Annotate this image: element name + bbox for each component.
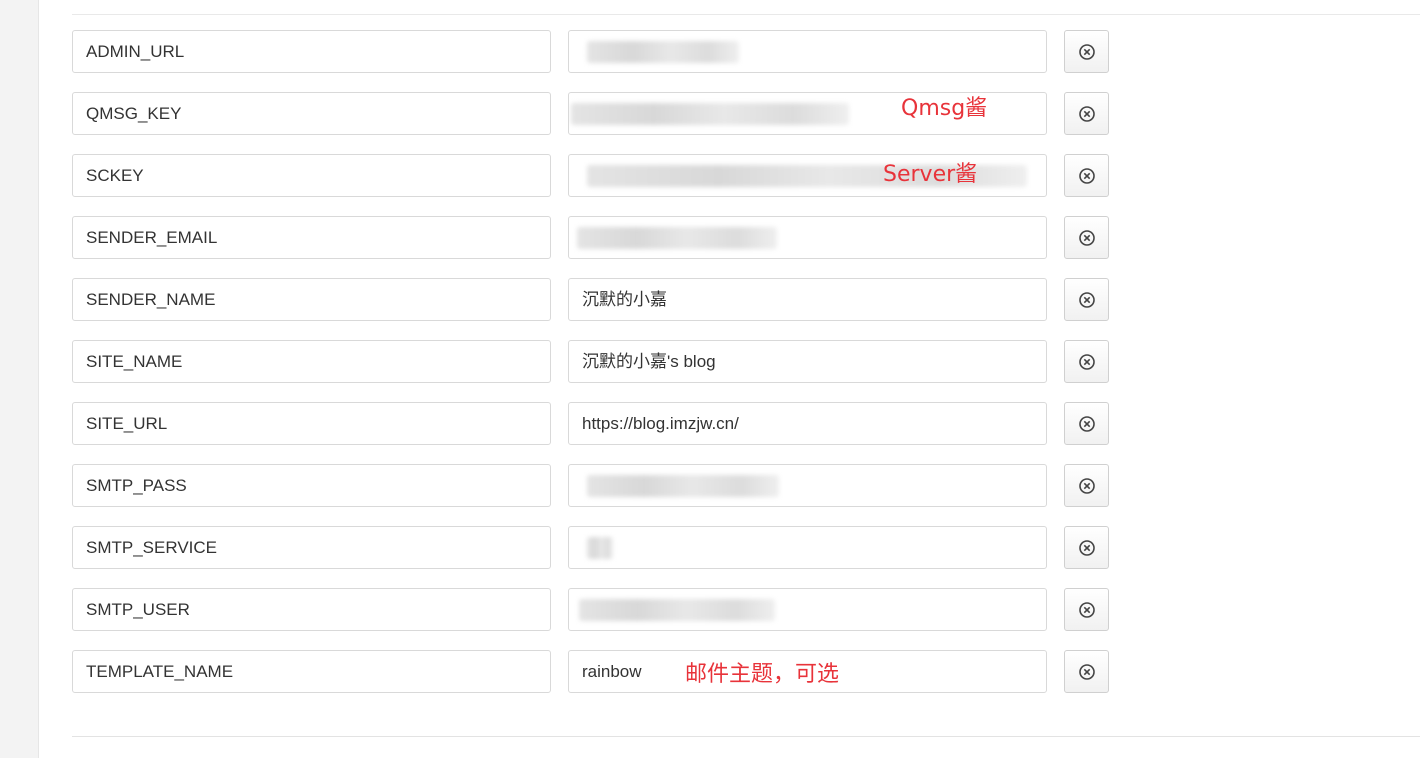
delete-button[interactable] <box>1064 526 1109 569</box>
value-input[interactable] <box>568 588 1047 631</box>
close-circle-icon <box>1078 43 1095 60</box>
delete-button[interactable] <box>1064 464 1109 507</box>
value-input[interactable] <box>568 30 1047 73</box>
value-input[interactable]: 沉默的小嘉 <box>568 278 1047 321</box>
bottom-divider <box>72 736 1420 737</box>
key-input[interactable]: SMTP_USER <box>72 588 551 631</box>
value-input[interactable] <box>568 526 1047 569</box>
env-row-site-url: SITE_URL https://blog.imzjw.cn/ <box>0 402 1420 447</box>
redacted-value <box>587 537 613 559</box>
close-circle-icon <box>1078 229 1095 246</box>
redacted-value <box>587 41 739 63</box>
close-circle-icon <box>1078 477 1095 494</box>
key-input[interactable]: SITE_URL <box>72 402 551 445</box>
close-circle-icon <box>1078 353 1095 370</box>
env-row-sckey: SCKEY Server酱 <box>0 154 1420 199</box>
env-row-admin-url: ADMIN_URL <box>0 30 1420 75</box>
redacted-value <box>587 475 779 497</box>
key-input[interactable]: TEMPLATE_NAME <box>72 650 551 693</box>
delete-button[interactable] <box>1064 30 1109 73</box>
close-circle-icon <box>1078 105 1095 122</box>
value-input[interactable] <box>568 216 1047 259</box>
env-row-sender-name: SENDER_NAME 沉默的小嘉 <box>0 278 1420 323</box>
close-circle-icon <box>1078 539 1095 556</box>
env-variable-list: ADMIN_URL QMSG_KEY Qmsg酱 SCKEY Server酱 S… <box>0 30 1420 712</box>
key-input[interactable]: SENDER_EMAIL <box>72 216 551 259</box>
delete-button[interactable] <box>1064 154 1109 197</box>
delete-button[interactable] <box>1064 402 1109 445</box>
env-row-site-name: SITE_NAME 沉默的小嘉's blog <box>0 340 1420 385</box>
redacted-value <box>577 227 777 249</box>
close-circle-icon <box>1078 291 1095 308</box>
key-input[interactable]: SITE_NAME <box>72 340 551 383</box>
close-circle-icon <box>1078 601 1095 618</box>
value-input[interactable] <box>568 464 1047 507</box>
env-row-sender-email: SENDER_EMAIL <box>0 216 1420 261</box>
delete-button[interactable] <box>1064 650 1109 693</box>
key-input[interactable]: ADMIN_URL <box>72 30 551 73</box>
top-divider <box>72 14 1420 15</box>
annotation-note: Qmsg酱 <box>901 96 988 121</box>
close-circle-icon <box>1078 415 1095 432</box>
env-row-template-name: TEMPLATE_NAME rainbow 邮件主题，可选 <box>0 650 1420 695</box>
key-input[interactable]: QMSG_KEY <box>72 92 551 135</box>
close-circle-icon <box>1078 663 1095 680</box>
annotation-note: Server酱 <box>883 162 978 187</box>
delete-button[interactable] <box>1064 588 1109 631</box>
delete-button[interactable] <box>1064 92 1109 135</box>
env-row-qmsg-key: QMSG_KEY Qmsg酱 <box>0 92 1420 137</box>
env-row-smtp-pass: SMTP_PASS <box>0 464 1420 509</box>
redacted-value <box>579 599 775 621</box>
close-circle-icon <box>1078 167 1095 184</box>
key-input[interactable]: SMTP_SERVICE <box>72 526 551 569</box>
delete-button[interactable] <box>1064 340 1109 383</box>
delete-button[interactable] <box>1064 216 1109 259</box>
env-row-smtp-service: SMTP_SERVICE <box>0 526 1420 571</box>
annotation-note: 邮件主题，可选 <box>685 662 840 687</box>
delete-button[interactable] <box>1064 278 1109 321</box>
redacted-value <box>571 103 849 125</box>
key-input[interactable]: SMTP_PASS <box>72 464 551 507</box>
value-input[interactable]: 沉默的小嘉's blog <box>568 340 1047 383</box>
key-input[interactable]: SCKEY <box>72 154 551 197</box>
value-input[interactable]: https://blog.imzjw.cn/ <box>568 402 1047 445</box>
key-input[interactable]: SENDER_NAME <box>72 278 551 321</box>
env-row-smtp-user: SMTP_USER <box>0 588 1420 633</box>
